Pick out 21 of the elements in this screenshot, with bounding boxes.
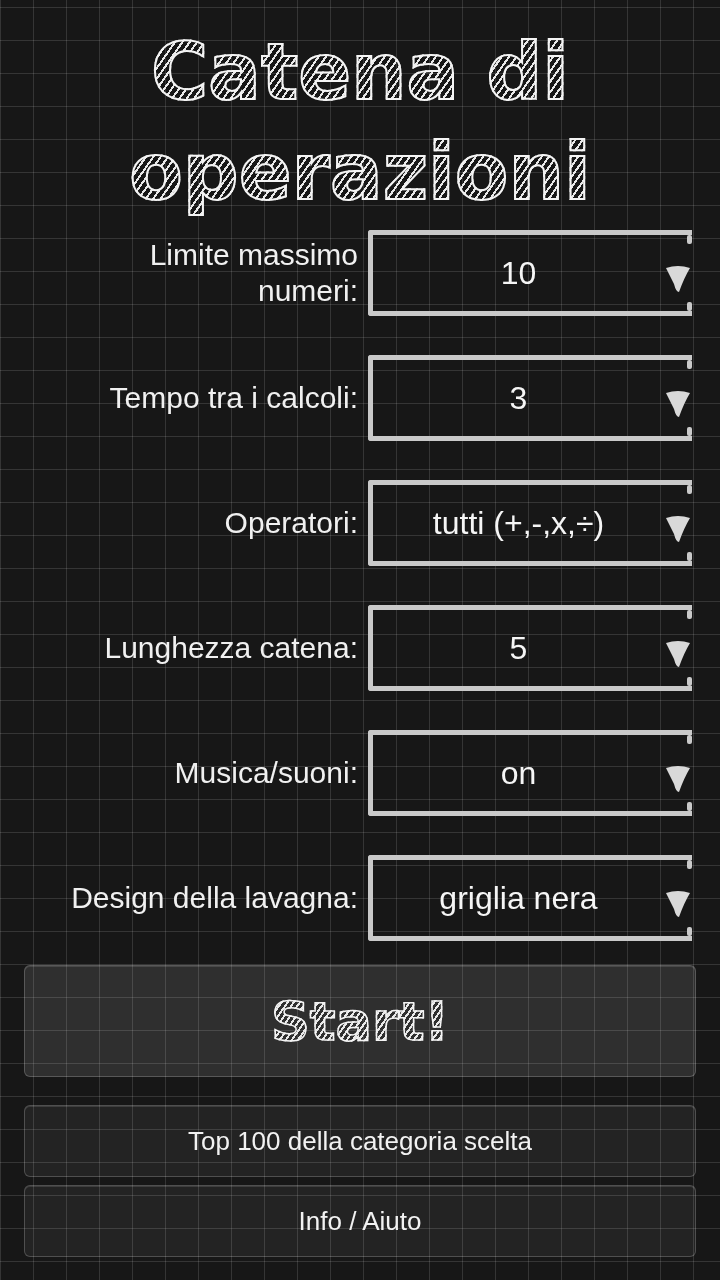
dropdown[interactable]: 3	[368, 355, 692, 441]
dropdown[interactable]: tutti (+,-,x,÷)	[368, 480, 692, 566]
setting-label: Operatori:	[224, 505, 358, 541]
dropdown[interactable]: 10	[368, 230, 692, 316]
menu-button[interactable]: Info / Aiuto	[24, 1185, 696, 1257]
dropdown-arrow-icon	[664, 514, 692, 544]
setting-label: Musica/suoni:	[174, 755, 358, 791]
setting-label: Tempo tra i calcoli:	[109, 380, 358, 416]
dropdown-arrow-icon	[664, 889, 692, 919]
setting-label: Limite massimo numeri:	[148, 237, 358, 309]
dropdown[interactable]: 5	[368, 605, 692, 691]
setting-label: Design della lavagna:	[71, 880, 358, 916]
dropdown-arrow-icon	[664, 764, 692, 794]
menu-button[interactable]: Top 100 della categoria scelta	[24, 1105, 696, 1177]
dropdown[interactable]: on	[368, 730, 692, 816]
dropdown-arrow-icon	[664, 264, 692, 294]
dropdown[interactable]: griglia nera	[368, 855, 692, 941]
setting-label: Lunghezza catena:	[104, 630, 358, 666]
dropdown-arrow-icon	[664, 389, 692, 419]
dropdown-arrow-icon	[664, 639, 692, 669]
start-button[interactable]: Start!	[24, 965, 696, 1077]
